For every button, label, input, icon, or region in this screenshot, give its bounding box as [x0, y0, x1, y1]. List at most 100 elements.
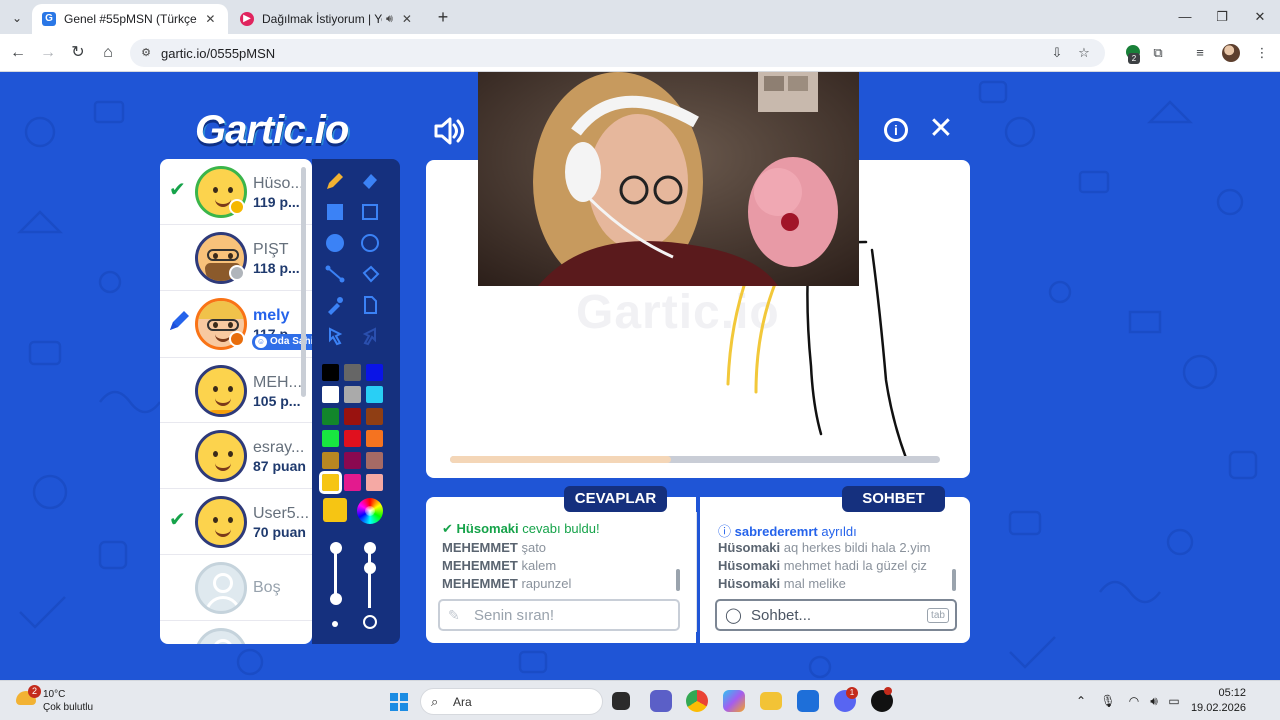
color-swatch[interactable] [344, 452, 361, 469]
opacity-knob-2[interactable] [364, 562, 376, 574]
url-text[interactable]: gartic.io/0555pMSN [161, 46, 275, 61]
exit-room-icon[interactable]: ✕ [926, 112, 956, 146]
undo-icon[interactable] [321, 322, 349, 350]
reload-icon[interactable]: ↻ [67, 42, 89, 64]
info-icon[interactable]: i [884, 118, 908, 142]
message-text: mal melike [783, 576, 846, 591]
speaker-icon[interactable]: 🔊︎ [386, 13, 393, 26]
square-fill-icon[interactable] [321, 198, 349, 226]
opacity-slider[interactable] [368, 548, 371, 608]
color-swatch[interactable] [366, 430, 383, 447]
color-swatch[interactable] [366, 386, 383, 403]
answers-scrollbar[interactable] [676, 569, 680, 591]
clock[interactable]: 05:12 19.02.2026 [1190, 686, 1246, 716]
file-explorer-icon[interactable] [760, 692, 782, 710]
brush-size-knob[interactable] [330, 542, 342, 554]
maximize-icon[interactable]: ❐ [1207, 6, 1237, 28]
player-row[interactable]: ✔ Hüso... 119 p... [160, 159, 312, 225]
color-picker-icon[interactable] [357, 498, 383, 524]
chat-placeholder: Sohbet... [751, 607, 812, 624]
players-scrollbar[interactable] [301, 167, 306, 397]
player-row[interactable]: MEH... 105 p... [160, 357, 312, 423]
taskbar-search[interactable]: ⌕ Ara [420, 688, 603, 715]
store-icon[interactable] [797, 690, 819, 712]
color-swatch[interactable] [366, 364, 383, 381]
eyedropper-icon[interactable] [321, 291, 349, 319]
sound-icon[interactable] [432, 116, 466, 146]
media-controls-icon[interactable]: ≡ [1190, 43, 1210, 63]
color-swatch[interactable] [322, 452, 339, 469]
install-app-icon[interactable]: ⇩ [1048, 44, 1066, 62]
address-bar[interactable]: ⚙ gartic.io/0555pMSN ⇩ ☆ [130, 39, 1105, 67]
message-user: MEHEMMET [442, 540, 518, 555]
window-close-icon[interactable]: ✕ [1245, 6, 1275, 28]
brush-size-slider[interactable] [334, 548, 337, 598]
wifi-icon[interactable]: ◠ [1126, 693, 1142, 709]
home-icon[interactable]: ⌂ [97, 42, 119, 64]
gartic-logo[interactable]: Gartic.io [195, 108, 349, 153]
teams-icon[interactable] [650, 690, 672, 712]
chrome-icon[interactable] [686, 690, 708, 712]
bucket-icon[interactable] [356, 260, 384, 288]
message-text: cevabı buldu! [522, 521, 600, 536]
guessed-check-icon: ✔ [169, 179, 186, 201]
pencil-icon[interactable] [321, 167, 349, 195]
square-outline-icon[interactable] [356, 198, 384, 226]
battery-icon[interactable]: ▭ [1166, 693, 1182, 709]
back-icon[interactable]: ← [7, 42, 29, 64]
circle-fill-icon[interactable] [321, 229, 349, 257]
answer-input[interactable]: ✎ Senin sıran! [438, 599, 680, 631]
clear-page-icon[interactable] [356, 291, 384, 319]
menu-icon[interactable]: ⋮ [1252, 43, 1272, 63]
new-tab-button[interactable]: + [432, 6, 454, 28]
minimize-icon[interactable]: — [1170, 6, 1200, 28]
player-row[interactable]: PIŞT 118 p... [160, 225, 312, 291]
chat-input[interactable]: ◯ Sohbet... tab [715, 599, 957, 631]
forward-icon[interactable]: → [37, 42, 59, 64]
profile-avatar[interactable] [1222, 44, 1240, 62]
tab-youtube[interactable]: ▶ Dağılmak İstiyorum | YouTube 🔊︎ ✕ [230, 4, 430, 34]
tab-gartic[interactable]: G Genel #55pMSN (Türkçe) - Gartic.io ✕ [32, 4, 228, 34]
start-button[interactable] [390, 693, 408, 711]
microphone-icon[interactable]: 🎙︎ [1100, 693, 1116, 709]
weather-widget[interactable]: 2 10°C Çok bulutlu [16, 685, 106, 717]
color-swatch[interactable] [344, 386, 361, 403]
brush-size-knob-min[interactable] [330, 593, 342, 605]
color-swatch[interactable] [366, 408, 383, 425]
redo-icon[interactable] [356, 322, 384, 350]
color-swatch[interactable] [322, 364, 339, 381]
line-icon[interactable] [321, 260, 349, 288]
close-icon[interactable]: ✕ [399, 12, 415, 26]
extensions-puzzle-icon[interactable]: ⧉ [1148, 43, 1168, 63]
bookmark-star-icon[interactable]: ☆ [1075, 44, 1093, 62]
check-icon: ✔ [442, 521, 457, 536]
player-row[interactable]: ✔ User5... 70 puan [160, 489, 312, 555]
chat-scrollbar[interactable] [952, 569, 956, 591]
volume-icon[interactable]: 🔊︎ [1146, 693, 1162, 709]
chevron-up-icon[interactable]: ⌃ [1073, 693, 1089, 709]
color-swatch[interactable] [319, 471, 342, 494]
color-swatch[interactable] [322, 408, 339, 425]
color-swatch[interactable] [366, 452, 383, 469]
panel-divider [696, 512, 697, 632]
current-color[interactable] [323, 498, 347, 522]
answer-message: MEHEMMET kalem [442, 558, 556, 573]
eraser-icon[interactable] [356, 167, 384, 195]
close-icon[interactable]: ✕ [203, 12, 218, 26]
color-swatch[interactable] [344, 364, 361, 381]
color-swatch[interactable] [366, 474, 383, 491]
avatar [195, 430, 247, 482]
color-swatch[interactable] [322, 430, 339, 447]
task-view-icon[interactable] [612, 692, 630, 710]
copilot-icon[interactable] [723, 690, 745, 712]
color-swatch[interactable] [344, 408, 361, 425]
extension-badge: 2 [1128, 53, 1140, 64]
site-info-icon[interactable]: ⚙ [138, 45, 154, 61]
player-row[interactable]: esray... 87 puan [160, 423, 312, 489]
opacity-knob[interactable] [364, 542, 376, 554]
circle-outline-icon[interactable] [356, 229, 384, 257]
color-swatch[interactable] [344, 430, 361, 447]
color-swatch[interactable] [322, 386, 339, 403]
color-swatch[interactable] [344, 474, 361, 491]
tab-search-icon[interactable]: ⌄ [6, 7, 28, 29]
